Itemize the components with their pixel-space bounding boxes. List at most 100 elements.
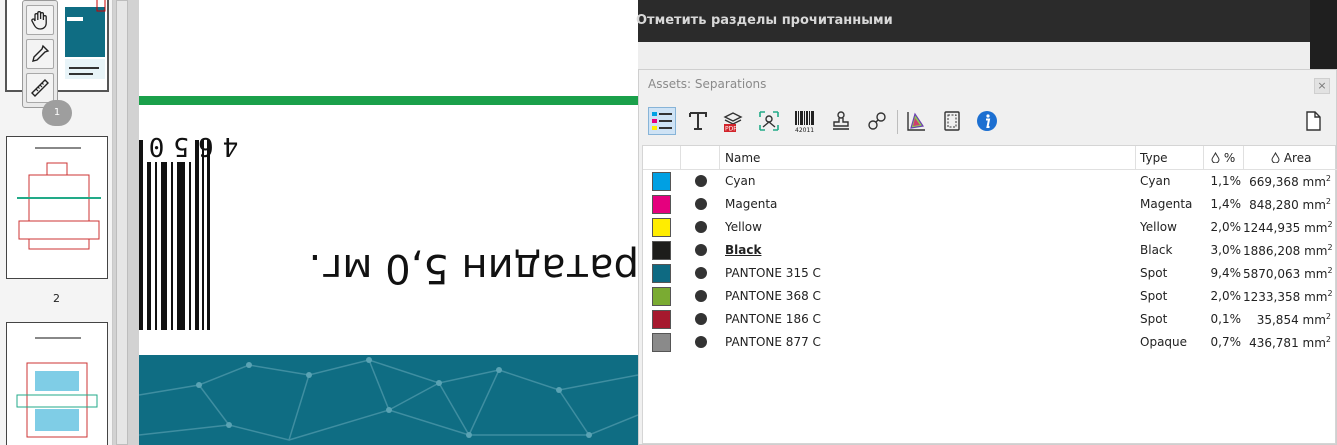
separations-panel: Assets: Separations × PDF 42011 Name Typ… xyxy=(638,69,1337,445)
barcode-button[interactable]: 42011 xyxy=(791,107,819,135)
area-unit-superscript: 2 xyxy=(1325,174,1331,183)
document-canvas[interactable]: 4650 ратадин 5,0 мг. xyxy=(139,0,638,445)
column-header-area-label: Area xyxy=(1283,151,1312,165)
column-header-area[interactable]: Area xyxy=(1271,151,1311,165)
teal-network-area xyxy=(139,355,638,445)
image-button[interactable] xyxy=(755,107,783,135)
eyedropper-tool-button[interactable] xyxy=(26,39,54,69)
visibility-dot[interactable] xyxy=(695,313,707,325)
background-page-header: Отметить разделы прочитанными xyxy=(636,0,1310,42)
separation-coverage: 3,0% xyxy=(1210,243,1242,257)
ruler-tool-button[interactable] xyxy=(26,73,54,103)
table-row[interactable]: PANTONE 315 C Spot 9,4% 5870,063 mm2 xyxy=(643,261,1337,284)
separation-area: 848,280 mm2 xyxy=(1243,197,1331,212)
svg-text:PDF: PDF xyxy=(725,126,737,133)
color-swatch xyxy=(652,310,671,329)
thumbnail-scrollbar[interactable] xyxy=(116,0,128,445)
separation-area: 5870,063 mm2 xyxy=(1243,266,1333,281)
separation-name: Magenta xyxy=(725,197,778,211)
right-edge-strip xyxy=(1310,0,1337,69)
background-page-band xyxy=(638,42,1310,69)
page-thumbnail-3[interactable] xyxy=(6,322,108,445)
table-row[interactable]: Cyan Cyan 1,1% 669,368 mm2 xyxy=(643,169,1337,192)
thumbnail-2-preview xyxy=(17,147,101,250)
hand-icon xyxy=(31,11,47,30)
separation-name: PANTONE 315 C xyxy=(725,266,821,280)
area-unit-superscript: 2 xyxy=(1325,335,1331,344)
new-document-button[interactable] xyxy=(1299,107,1327,135)
column-header-pct[interactable]: % xyxy=(1211,151,1235,165)
separation-type: Spot xyxy=(1140,266,1168,280)
column-divider xyxy=(719,146,720,170)
area-value: 436,781 mm xyxy=(1249,336,1326,350)
separation-coverage: 0,7% xyxy=(1210,335,1242,349)
table-row[interactable]: PANTONE 186 C Spot 0,1% 35,854 mm2 xyxy=(643,307,1337,330)
toolbar-separator xyxy=(897,110,898,134)
separation-coverage: 2,0% xyxy=(1210,220,1242,234)
pdf-layers-icon: PDF xyxy=(723,112,743,133)
area-unit-superscript: 2 xyxy=(1325,197,1331,206)
color-swatch xyxy=(652,287,671,306)
separation-type: Spot xyxy=(1140,289,1168,303)
area-value: 1244,935 mm xyxy=(1243,221,1328,235)
separation-coverage: 1,1% xyxy=(1210,174,1242,188)
visibility-dot[interactable] xyxy=(695,175,707,187)
separation-type: Yellow xyxy=(1140,220,1177,234)
area-unit-superscript: 2 xyxy=(1327,266,1333,275)
page-box-icon xyxy=(944,111,960,131)
area-unit-superscript: 2 xyxy=(1327,243,1333,252)
table-row[interactable]: Yellow Yellow 2,0% 1244,935 mm2 xyxy=(643,215,1337,238)
image-icon xyxy=(759,111,779,131)
pdf-layers-button[interactable]: PDF xyxy=(719,107,747,135)
separation-name: Cyan xyxy=(725,174,756,188)
area-value: 848,280 mm xyxy=(1249,198,1326,212)
separations-table: Name Type % Area Cyan Cyan 1,1% 669,368 … xyxy=(642,145,1337,444)
column-divider xyxy=(680,146,681,170)
column-divider xyxy=(1135,146,1136,170)
eyedropper-icon xyxy=(32,44,50,62)
panel-close-button[interactable]: × xyxy=(1314,78,1330,94)
barcode-graphic xyxy=(139,140,210,330)
area-value: 35,854 mm xyxy=(1256,313,1326,327)
table-row[interactable]: PANTONE 877 C Opaque 0,7% 436,781 mm2 xyxy=(643,330,1337,353)
column-header-pct-label: % xyxy=(1223,151,1236,165)
visibility-dot[interactable] xyxy=(695,267,707,279)
area-value: 669,368 mm xyxy=(1249,175,1326,189)
rotated-product-text: ратадин 5,0 мг. xyxy=(308,245,638,291)
table-row[interactable]: Black Black 3,0% 1886,208 mm2 xyxy=(643,238,1337,261)
svg-text:42011: 42011 xyxy=(795,127,814,133)
color-swatch xyxy=(652,241,671,260)
text-button[interactable] xyxy=(684,107,712,135)
column-divider xyxy=(1203,146,1204,170)
table-row[interactable]: Magenta Magenta 1,4% 848,280 mm2 xyxy=(643,192,1337,215)
color-gamut-button[interactable] xyxy=(902,107,930,135)
column-header-type[interactable]: Type xyxy=(1140,151,1168,165)
hand-tool-button[interactable] xyxy=(26,5,54,35)
color-gamut-icon xyxy=(907,112,925,131)
mark-sections-read-link[interactable]: Отметить разделы прочитанными xyxy=(636,13,893,28)
separation-coverage: 0,1% xyxy=(1210,312,1242,326)
visibility-dot[interactable] xyxy=(695,198,707,210)
separation-name: PANTONE 368 C xyxy=(725,289,821,303)
link-button[interactable] xyxy=(863,107,891,135)
ink-drop-icon xyxy=(1271,151,1280,164)
color-swatch xyxy=(652,195,671,214)
info-button[interactable] xyxy=(973,107,1001,135)
stamp-button[interactable] xyxy=(827,107,855,135)
page-thumbnail-2[interactable] xyxy=(6,136,108,279)
separation-name: PANTONE 186 C xyxy=(725,312,821,326)
color-swatch xyxy=(652,333,671,352)
visibility-dot[interactable] xyxy=(695,290,707,302)
visibility-dot[interactable] xyxy=(695,221,707,233)
separation-type: Black xyxy=(1140,243,1173,257)
visibility-dot[interactable] xyxy=(695,244,707,256)
separation-type: Cyan xyxy=(1140,174,1171,188)
table-row[interactable]: PANTONE 368 C Spot 2,0% 1233,358 mm2 xyxy=(643,284,1337,307)
column-header-name[interactable]: Name xyxy=(725,151,760,165)
area-unit-superscript: 2 xyxy=(1325,312,1331,321)
visibility-dot[interactable] xyxy=(695,336,707,348)
list-view-button[interactable] xyxy=(648,107,676,135)
color-swatch xyxy=(652,218,671,237)
page-box-button[interactable] xyxy=(938,107,966,135)
network-pattern xyxy=(139,357,638,441)
